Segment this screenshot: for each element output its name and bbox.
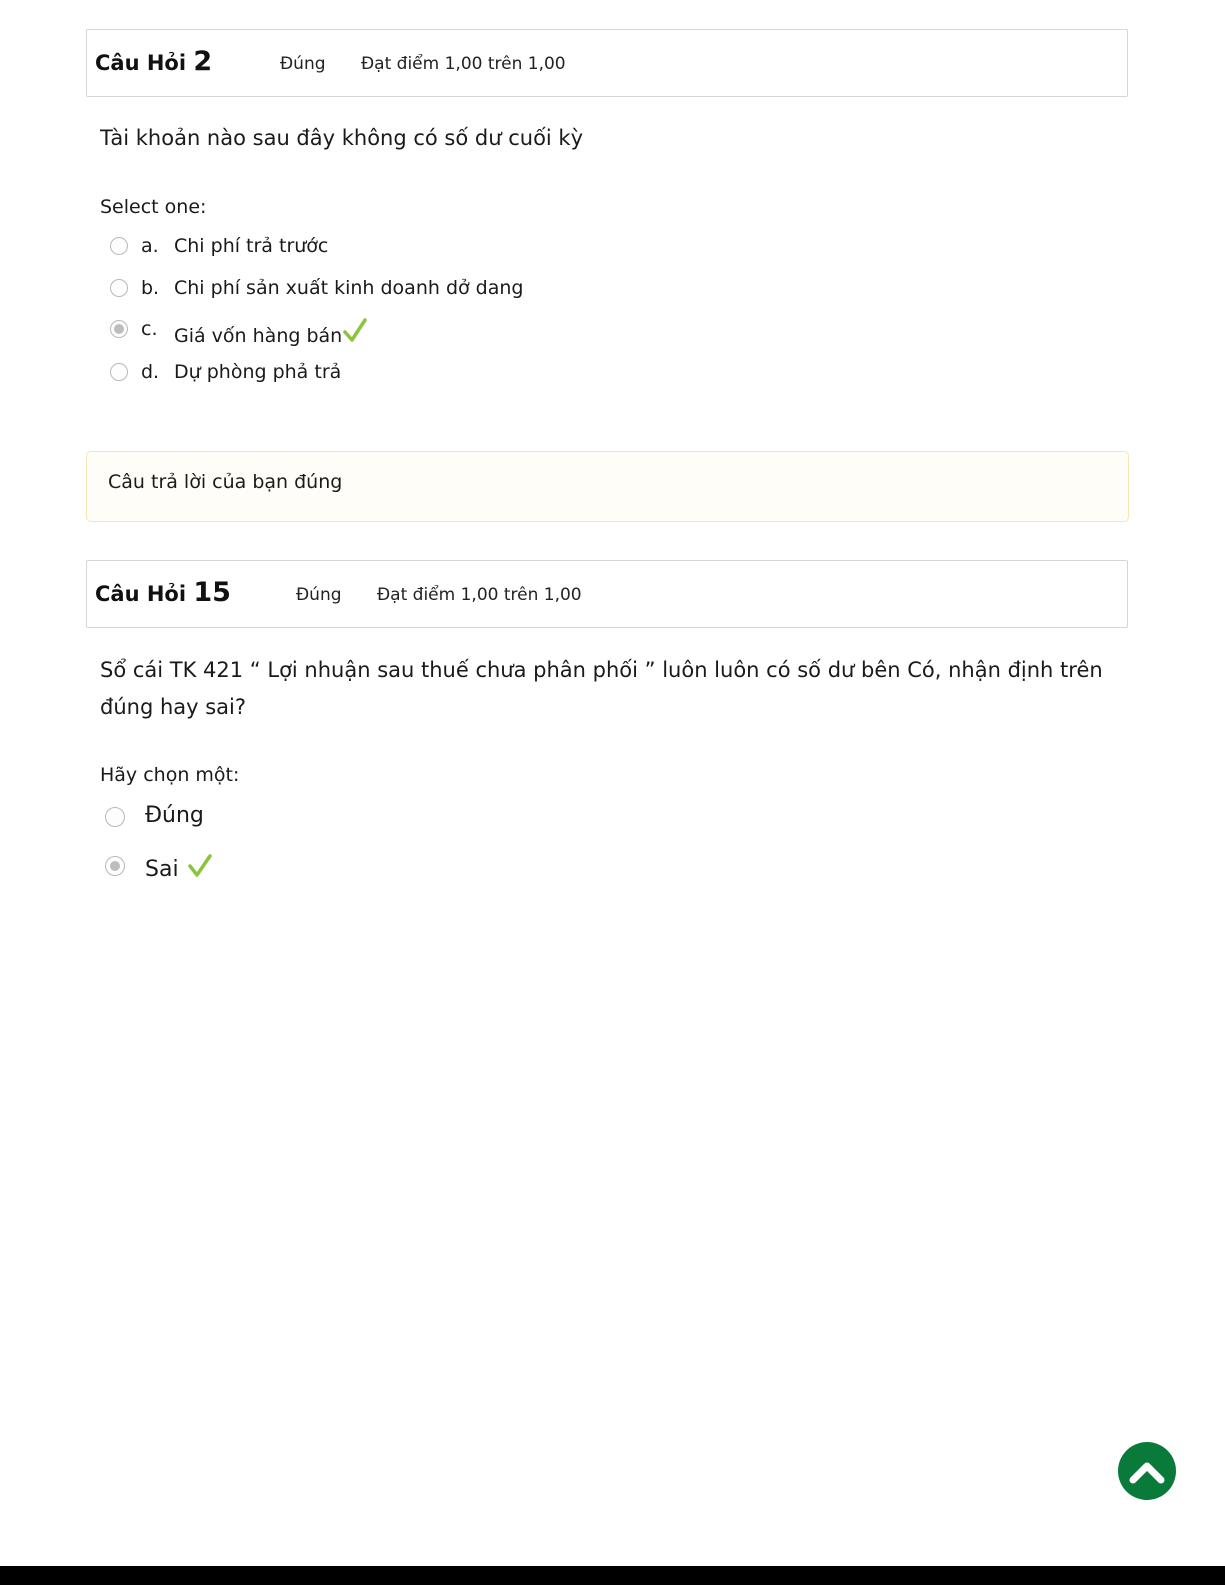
option-label-wrap: Giá vốn hàng bán <box>174 318 367 347</box>
option-label: Giá vốn hàng bán <box>174 325 343 347</box>
question-state: Đúng <box>296 585 342 605</box>
back-to-top-button[interactable] <box>1118 1442 1176 1500</box>
feedback-text: Câu trả lời của bạn đúng <box>108 471 343 493</box>
check-icon <box>343 318 367 342</box>
question-number-value: 2 <box>193 46 213 77</box>
question-2-text: Tài khoản nào sau đây không có số dư cuố… <box>100 126 584 150</box>
question-number-value: 15 <box>193 577 231 608</box>
feedback-box: Câu trả lời của bạn đúng <box>86 451 1129 522</box>
question-15-prompt: Hãy chọn một: <box>100 764 240 786</box>
question-15-header: Câu Hỏi 15 Đúng Đạt điểm 1,00 trên 1,00 <box>86 560 1128 628</box>
radio-button-selected[interactable] <box>110 320 128 338</box>
question-grade: Đạt điểm 1,00 trên 1,00 <box>361 54 566 74</box>
option-label: Đúng <box>145 803 204 828</box>
question-number: Câu Hỏi 2 <box>95 46 212 77</box>
option-label: Dự phòng phả trả <box>174 361 342 383</box>
option-letter: d. <box>141 361 160 383</box>
option-letter: b. <box>141 277 160 299</box>
radio-button[interactable] <box>110 237 128 255</box>
radio-button[interactable] <box>110 363 128 381</box>
question-grade: Đạt điểm 1,00 trên 1,00 <box>377 585 582 605</box>
question-2-prompt: Select one: <box>100 196 207 218</box>
question-state: Đúng <box>280 54 326 74</box>
check-icon <box>187 854 212 877</box>
radio-button[interactable] <box>110 279 128 297</box>
question-label: Câu Hỏi <box>95 51 187 75</box>
option-label: Sai <box>145 857 179 882</box>
question-label: Câu Hỏi <box>95 582 187 606</box>
bottom-border <box>0 1566 1225 1585</box>
option-label: Chi phí sản xuất kinh doanh dở dang <box>174 277 524 299</box>
option-letter: a. <box>141 235 159 257</box>
question-15-text: Sổ cái TK 421 “ Lợi nhuận sau thuế chưa … <box>100 658 1103 719</box>
chevron-up-icon <box>1129 1462 1165 1484</box>
radio-button-selected[interactable] <box>105 856 125 876</box>
option-label: Chi phí trả trước <box>174 235 329 257</box>
option-letter: c. <box>141 318 158 340</box>
question-2-header: Câu Hỏi 2 Đúng Đạt điểm 1,00 trên 1,00 <box>86 29 1128 97</box>
radio-button[interactable] <box>105 807 125 827</box>
option-label-wrap: Sai <box>145 852 213 882</box>
question-number: Câu Hỏi 15 <box>95 577 231 608</box>
